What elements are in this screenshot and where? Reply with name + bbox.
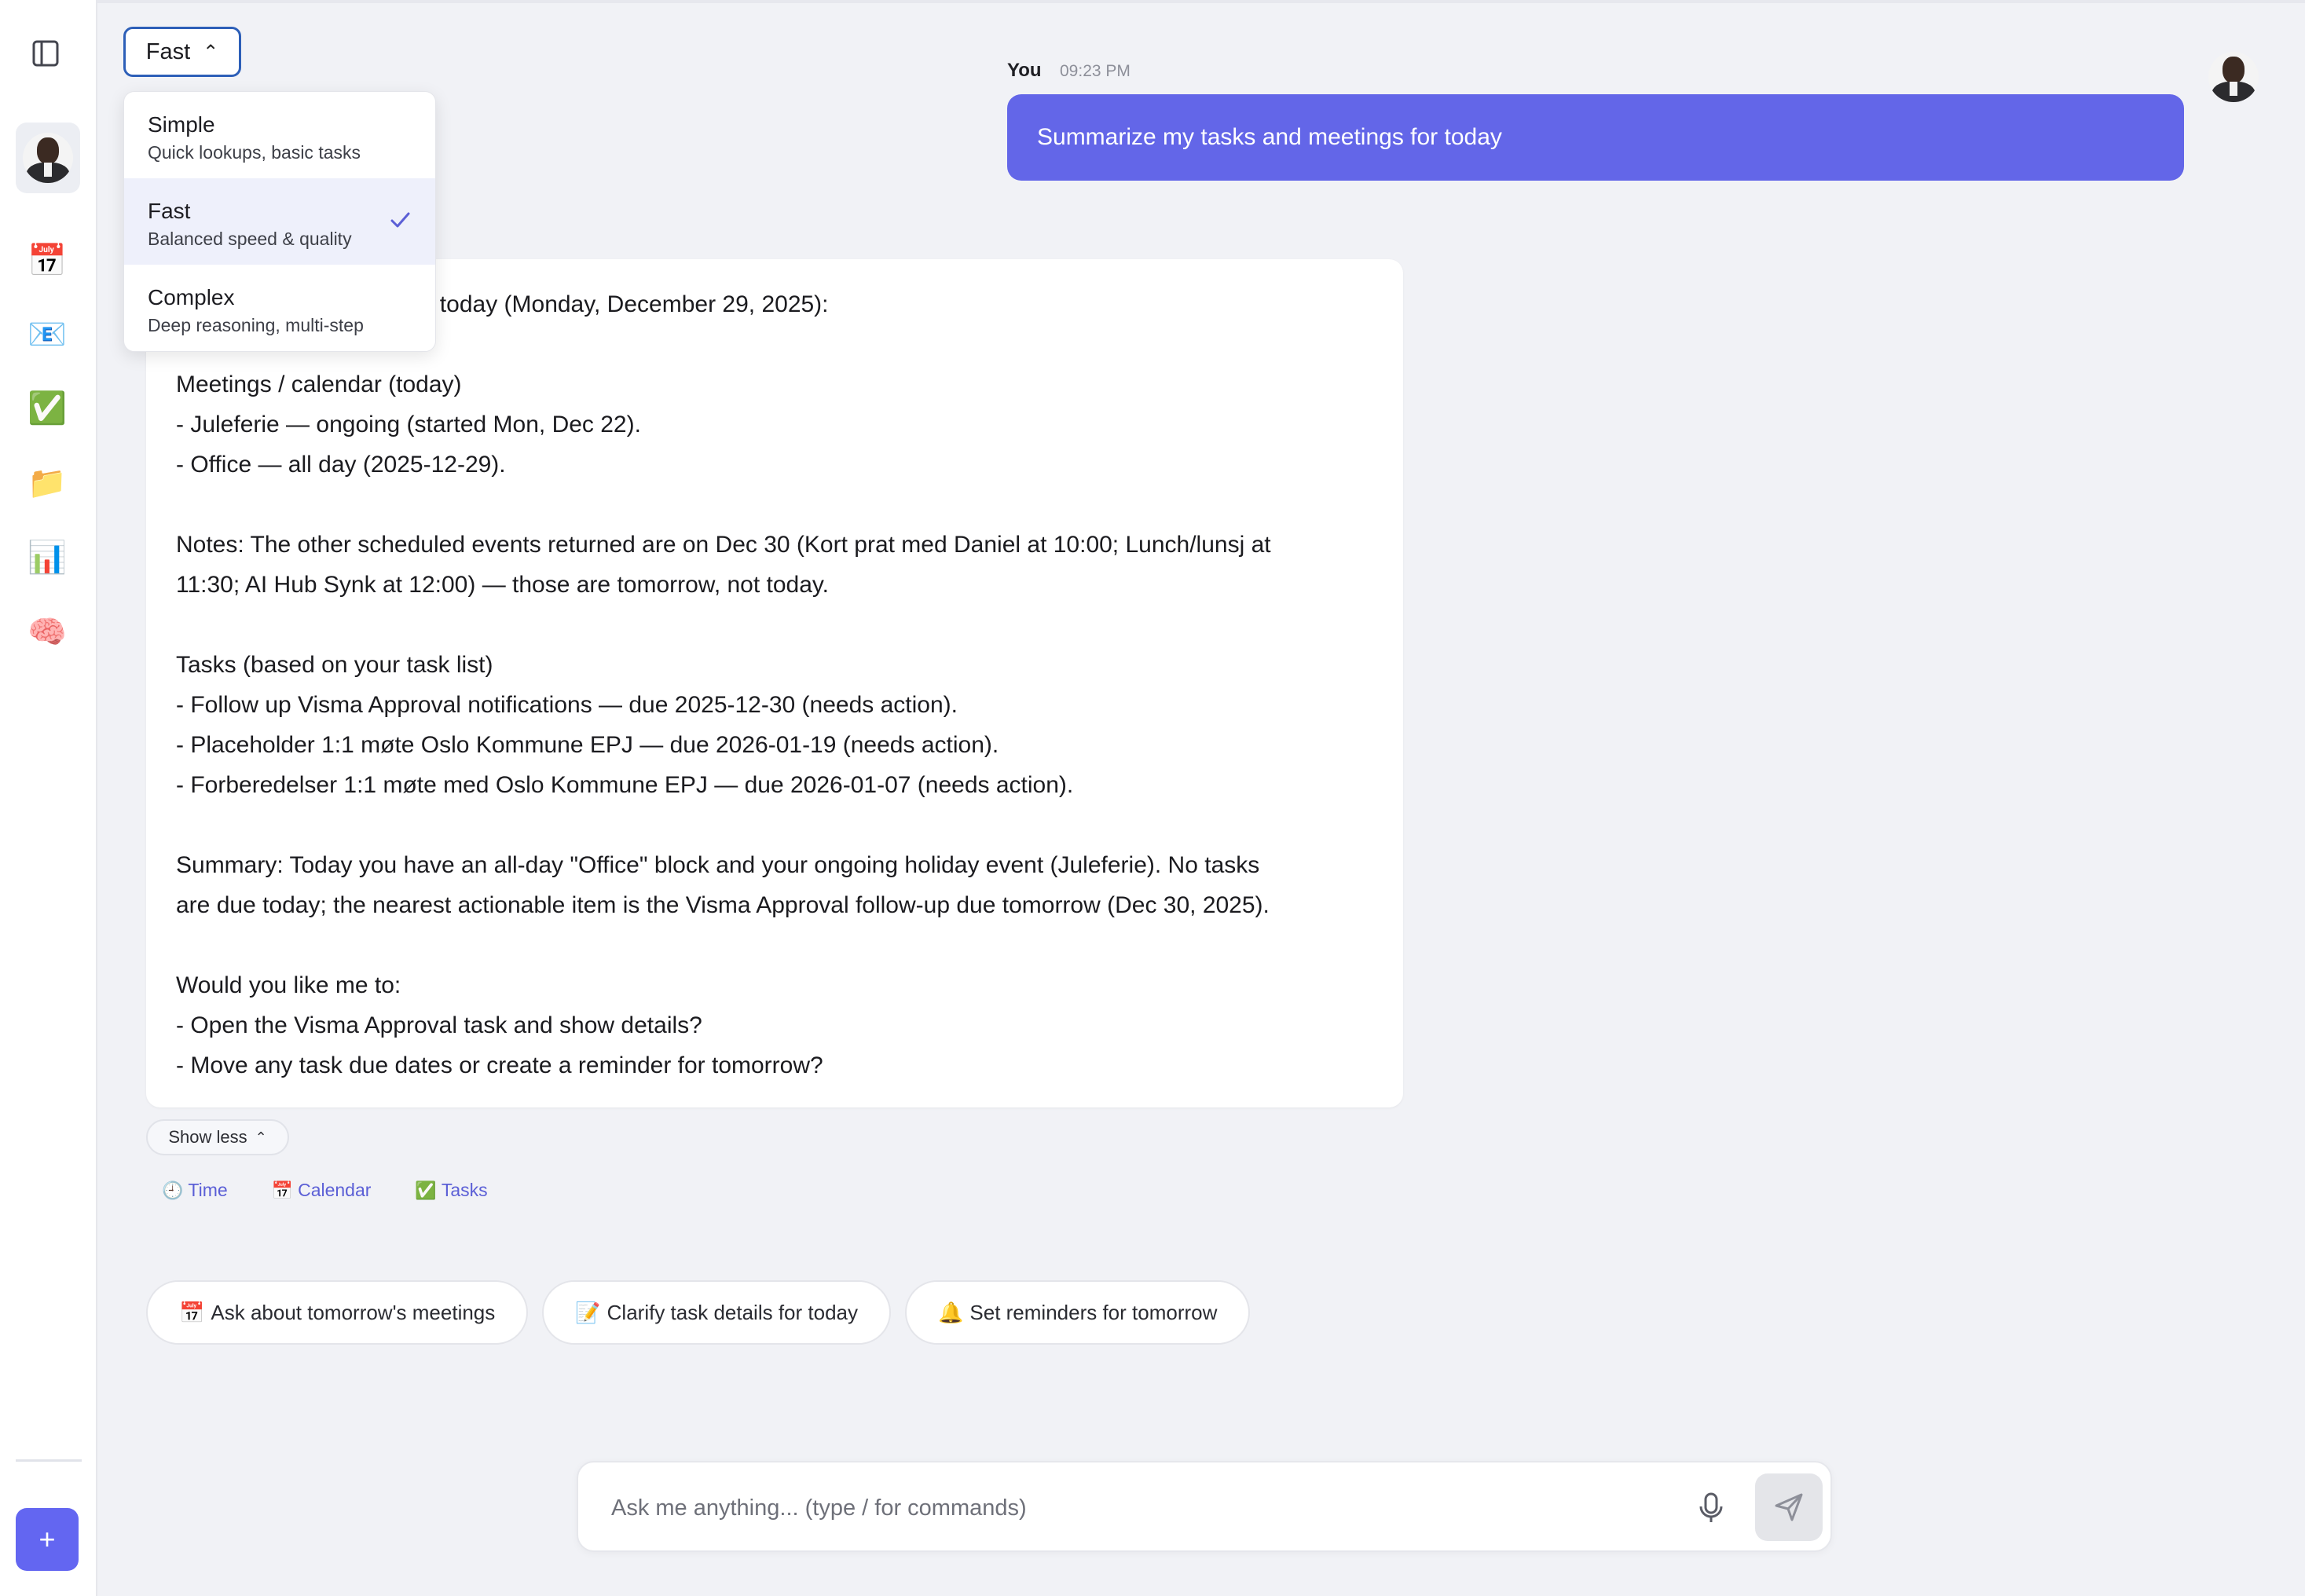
top-border: [97, 0, 2305, 3]
memo-icon: 📝: [575, 1300, 601, 1324]
message-timestamp: 09:23 PM: [1060, 62, 1131, 80]
sidebar-item-files[interactable]: 📁: [24, 459, 71, 507]
assistant-message-card: Here's your summary for today (Monday, D…: [146, 259, 1403, 1107]
tool-chip-calendar[interactable]: 📅 Calendar: [272, 1180, 372, 1201]
tasks-icon: ✅: [27, 391, 67, 426]
folder-icon: 📁: [27, 466, 67, 500]
model-option-desc: Quick lookups, basic tasks: [148, 142, 361, 163]
sidebar-item-mail[interactable]: 📧: [24, 311, 71, 358]
assistant-message-line: - Follow up Visma Approval notifications…: [176, 692, 958, 718]
assistant-message-line: - Move any task due dates or create a re…: [176, 1052, 823, 1078]
tool-chip-time[interactable]: 🕘 Time: [162, 1180, 228, 1201]
user-message-text: Summarize my tasks and meetings for toda…: [1037, 124, 1502, 150]
sidebar-item-memory[interactable]: 🧠: [24, 609, 71, 656]
sidebar-item-analytics[interactable]: 📊: [24, 534, 71, 581]
sidebar-divider: [16, 1459, 82, 1462]
tools-used: 🕘 Time 📅 Calendar ✅ Tasks: [162, 1180, 488, 1201]
model-option-label: Simple: [148, 112, 215, 137]
check-icon: ✅: [415, 1180, 437, 1200]
calendar-icon: 📅: [179, 1300, 205, 1324]
sidebar-toggle-button[interactable]: [30, 38, 61, 69]
model-option-label: Fast: [148, 199, 191, 223]
assistant-message-line: 11:30; AI Hub Synk at 12:00) — those are…: [176, 572, 830, 598]
tool-chip-tasks[interactable]: ✅ Tasks: [415, 1180, 487, 1201]
show-less-button[interactable]: Show less ⌃: [146, 1119, 289, 1155]
model-dropdown-menu: Simple Quick lookups, basic tasks Fast B…: [123, 91, 436, 352]
assistant-message-line: - Placeholder 1:1 møte Oslo Kommune EPJ …: [176, 732, 999, 758]
tool-label: Tasks: [441, 1180, 488, 1200]
user-message-bubble: Summarize my tasks and meetings for toda…: [1007, 94, 2184, 181]
mail-icon: 📧: [27, 317, 67, 352]
suggestion-label: Clarify task details for today: [606, 1300, 859, 1324]
assistant-message-line: - Juleferie — ongoing (started Mon, Dec …: [176, 412, 641, 437]
sidebar: 📅 📧 ✅ 📁 📊 🧠 +: [0, 0, 97, 1596]
avatar: [23, 133, 73, 183]
model-option-complex[interactable]: Complex Deep reasoning, multi-step: [124, 265, 435, 351]
model-option-simple[interactable]: Simple Quick lookups, basic tasks: [124, 92, 435, 178]
tool-label: Time: [188, 1180, 228, 1200]
sidebar-item-tasks[interactable]: ✅: [24, 385, 71, 432]
avatar: [2208, 52, 2259, 102]
sidebar-avatar-button[interactable]: [16, 123, 80, 193]
chevron-up-icon: ⌃: [255, 1129, 267, 1145]
assistant-message-line: Meetings / calendar (today): [176, 372, 462, 397]
message-author: You: [1007, 60, 1042, 81]
sidebar-item-calendar[interactable]: 📅: [24, 237, 71, 284]
suggestion-label: Set reminders for tomorrow: [969, 1300, 1218, 1324]
suggestion-chips: 📅 Ask about tomorrow's meetings 📝 Clarif…: [146, 1280, 1251, 1345]
model-option-desc: Deep reasoning, multi-step: [148, 315, 364, 335]
assistant-message-line: Summary: Today you have an all-day "Offi…: [176, 852, 1260, 878]
assistant-message-line: - Open the Visma Approval task and show …: [176, 1012, 702, 1038]
chevron-up-icon: ⌃: [203, 41, 219, 63]
suggestion-set-reminders[interactable]: 🔔 Set reminders for tomorrow: [905, 1280, 1251, 1345]
calendar-icon: 📅: [271, 1180, 294, 1200]
calendar-icon: 📅: [27, 243, 67, 278]
suggestion-tomorrow-meetings[interactable]: 📅 Ask about tomorrow's meetings: [146, 1280, 529, 1345]
brain-icon: 🧠: [27, 615, 67, 650]
show-less-label: Show less: [168, 1127, 247, 1147]
model-option-label: Complex: [148, 285, 235, 309]
clock-icon: 🕘: [162, 1180, 184, 1200]
assistant-message-line: - Office — all day (2025-12-29).: [176, 452, 506, 478]
microphone-icon[interactable]: [1692, 1489, 1730, 1527]
suggestion-clarify-tasks[interactable]: 📝 Clarify task details for today: [542, 1280, 892, 1345]
model-option-fast[interactable]: Fast Balanced speed & quality: [124, 178, 435, 265]
assistant-message-line: Notes: The other scheduled events return…: [176, 532, 1271, 558]
app-window: 📅 📧 ✅ 📁 📊 🧠 + Fast ⌃ Simple Quick lookup…: [0, 0, 2305, 1596]
suggestion-label: Ask about tomorrow's meetings: [211, 1300, 496, 1324]
send-button[interactable]: [1755, 1473, 1823, 1541]
message-input[interactable]: [611, 1486, 1672, 1530]
assistant-message-line: Would you like me to:: [176, 972, 401, 998]
assistant-message-line: - Forberedelser 1:1 møte med Oslo Kommun…: [176, 772, 1074, 798]
bell-icon: 🔔: [938, 1300, 964, 1324]
new-chat-button[interactable]: +: [16, 1508, 79, 1571]
sidebar-toggle-icon: [32, 40, 59, 67]
chat-composer: [577, 1461, 1832, 1552]
model-selector-button[interactable]: Fast ⌃: [123, 27, 241, 77]
chart-icon: 📊: [27, 540, 67, 575]
checkmark-icon: [390, 212, 410, 228]
tool-label: Calendar: [298, 1180, 372, 1200]
model-option-desc: Balanced speed & quality: [148, 229, 352, 249]
assistant-message-line: are due today; the nearest actionable it…: [176, 892, 1270, 918]
assistant-message-line: Tasks (based on your task list): [176, 652, 493, 678]
send-icon: [1775, 1493, 1803, 1521]
model-selector-label: Fast: [145, 38, 191, 64]
plus-icon: +: [38, 1523, 56, 1555]
user-avatar: [2208, 52, 2259, 102]
